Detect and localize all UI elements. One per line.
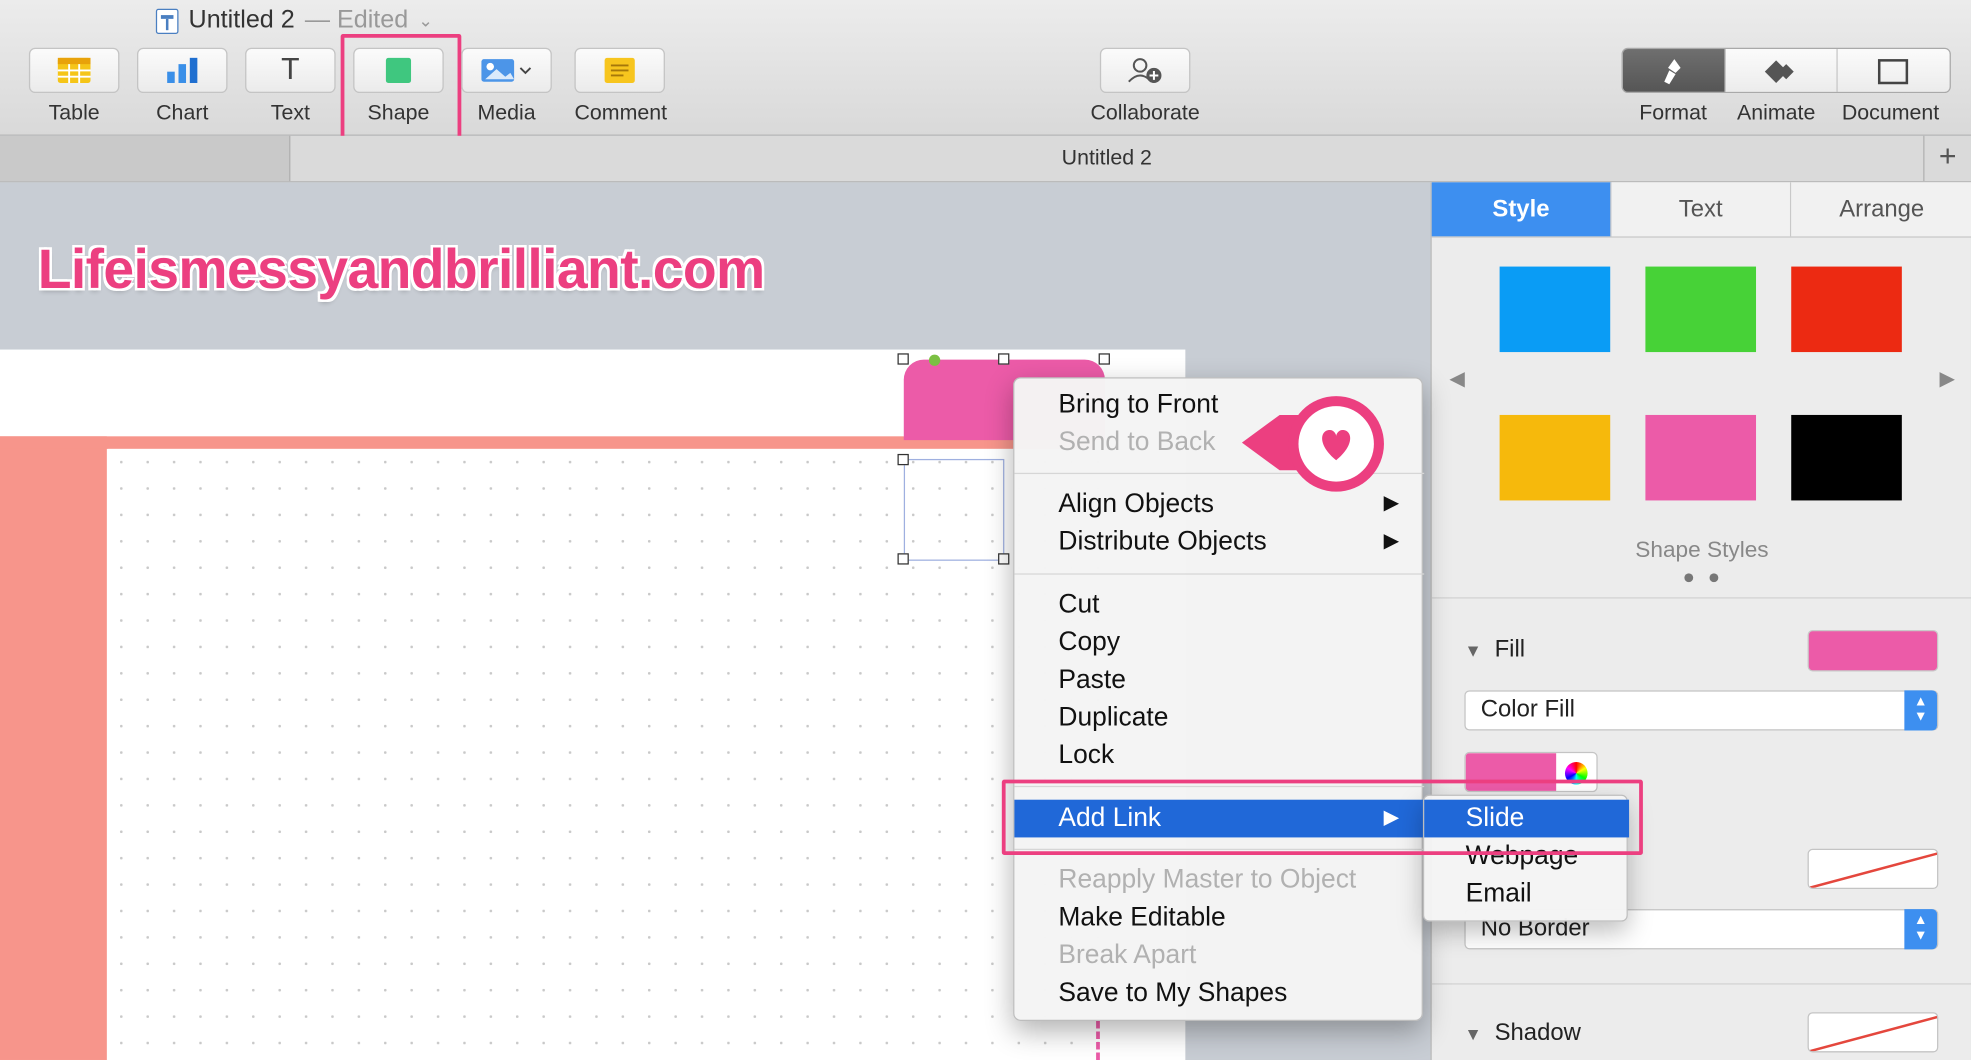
new-tab-button[interactable]: + [1923, 135, 1971, 182]
paintbrush-icon [1663, 59, 1681, 85]
format-button[interactable] [1622, 49, 1726, 92]
document-icon [1878, 59, 1909, 85]
media-button-label: Media [477, 100, 536, 125]
tab-bar: Untitled 2 + [0, 135, 1971, 183]
menu-separator [1014, 573, 1425, 575]
shape-style-yellow[interactable] [1499, 414, 1611, 501]
format-sidebar: Style Text Arrange ◀ ▶ Shape Styles ▼ Fi… [1430, 182, 1971, 1060]
shape-style-black[interactable] [1791, 414, 1902, 501]
page-dot[interactable] [1709, 573, 1719, 583]
shape-styles-label: Shape Styles [1635, 536, 1769, 563]
comment-icon [604, 57, 635, 83]
shadow-section-title: Shadow [1494, 1019, 1581, 1047]
stepper-arrows-icon: ▲ ▼ [1904, 690, 1938, 731]
border-color-well[interactable] [1807, 848, 1939, 889]
menu-item-lock[interactable]: Lock [1014, 737, 1424, 775]
stepper-arrows-icon: ▲ ▼ [1904, 909, 1938, 950]
media-icon [481, 59, 532, 82]
fill-section-title: Fill [1494, 636, 1526, 663]
keynote-doc-icon [155, 8, 179, 34]
shape-style-pink[interactable] [1645, 414, 1757, 501]
comment-button[interactable]: Comment [574, 47, 668, 126]
tab-arrange[interactable]: Arrange [1791, 182, 1971, 237]
watermark-text: Lifeismessyandbrilliant.com [37, 238, 765, 301]
fill-type-value: Color Fill [1480, 696, 1575, 724]
table-button-label: Table [48, 100, 100, 125]
salmon-sidebar-shape[interactable] [0, 436, 107, 1060]
tab-text[interactable]: Text [1611, 182, 1792, 237]
resize-handle[interactable] [998, 353, 1010, 365]
menu-item-paste[interactable]: Paste [1014, 661, 1424, 699]
heart-badge-icon [1241, 396, 1384, 492]
menu-item-make-editable[interactable]: Make Editable [1014, 899, 1424, 937]
document-button[interactable] [1837, 49, 1950, 92]
menu-item-copy[interactable]: Copy [1014, 624, 1424, 662]
shape-button-highlight [340, 33, 462, 145]
collaborate-icon [1128, 58, 1162, 83]
selection-bounds [903, 458, 1005, 561]
resize-handle[interactable] [897, 553, 909, 565]
shape-style-blue[interactable] [1499, 266, 1611, 353]
menu-item-reapply-master: Reapply Master to Object [1058, 865, 1357, 895]
resize-handle[interactable] [998, 553, 1010, 565]
collaborate-button[interactable]: Collaborate [1090, 47, 1200, 126]
menu-item-break-apart: Break Apart [1058, 940, 1197, 970]
menu-item-distribute-objects[interactable]: Distribute Objects ▶ [1014, 523, 1424, 561]
document-name[interactable]: Untitled 2 [189, 6, 295, 35]
media-button[interactable]: Media [461, 47, 552, 126]
chart-icon [167, 57, 198, 83]
text-button[interactable]: T Text [245, 47, 336, 126]
text-icon: T [281, 52, 300, 87]
table-icon [57, 57, 91, 83]
submenu-item-email[interactable]: Email [1424, 875, 1629, 913]
add-link-highlight [1001, 779, 1643, 856]
shape-edge-fragment [1096, 1021, 1106, 1060]
chevron-right-icon[interactable]: ▶ [1940, 366, 1955, 391]
chevron-down-icon[interactable]: ⌄ [418, 10, 433, 31]
resize-handle[interactable] [1098, 353, 1110, 365]
fill-color-well[interactable] [1807, 629, 1939, 672]
chart-button-label: Chart [156, 100, 209, 125]
disclosure-triangle-icon[interactable]: ▼ [1464, 1024, 1481, 1044]
tabs-divider [1431, 236, 1971, 238]
submenu-arrow-icon: ▶ [1383, 530, 1400, 552]
disclosure-triangle-icon[interactable]: ▼ [1464, 640, 1481, 660]
section-divider [1431, 597, 1971, 599]
text-button-label: Text [270, 100, 310, 125]
window-title: Untitled 2 — Edited ⌄ [155, 6, 433, 35]
tab-bar-left-area [0, 135, 291, 182]
document-label: Document [1841, 100, 1940, 125]
chart-button[interactable]: Chart [137, 47, 228, 126]
menu-item-cut[interactable]: Cut [1014, 586, 1424, 624]
animate-button[interactable] [1725, 49, 1838, 92]
resize-handle[interactable] [897, 453, 909, 466]
diamond-icon [1764, 60, 1794, 83]
fill-type-dropdown[interactable]: Color Fill ▲ ▼ [1464, 690, 1939, 731]
page-dot[interactable] [1684, 573, 1694, 583]
format-label: Format [1639, 100, 1707, 125]
tab-untitled-2[interactable]: Untitled 2 [290, 136, 1923, 181]
comment-button-label: Comment [574, 100, 668, 125]
animate-label: Animate [1736, 100, 1816, 125]
section-divider [1431, 983, 1971, 985]
shadow-color-well[interactable] [1807, 1012, 1939, 1053]
edited-status[interactable]: — Edited [305, 6, 408, 35]
inspector-segmented-control [1621, 47, 1951, 94]
rotation-handle[interactable] [928, 354, 941, 366]
shape-style-green[interactable] [1645, 266, 1757, 353]
resize-handle[interactable] [897, 353, 909, 365]
toolbar: Untitled 2 — Edited ⌄ Table Chart T Text… [0, 0, 1971, 145]
tab-style[interactable]: Style [1431, 182, 1612, 237]
menu-item-save-to-my-shapes[interactable]: Save to My Shapes [1014, 974, 1424, 1012]
shape-style-red[interactable] [1791, 266, 1902, 353]
collaborate-button-label: Collaborate [1090, 100, 1200, 125]
menu-item-duplicate[interactable]: Duplicate [1014, 699, 1424, 737]
table-button[interactable]: Table [28, 47, 120, 126]
chevron-left-icon[interactable]: ◀ [1449, 366, 1464, 391]
